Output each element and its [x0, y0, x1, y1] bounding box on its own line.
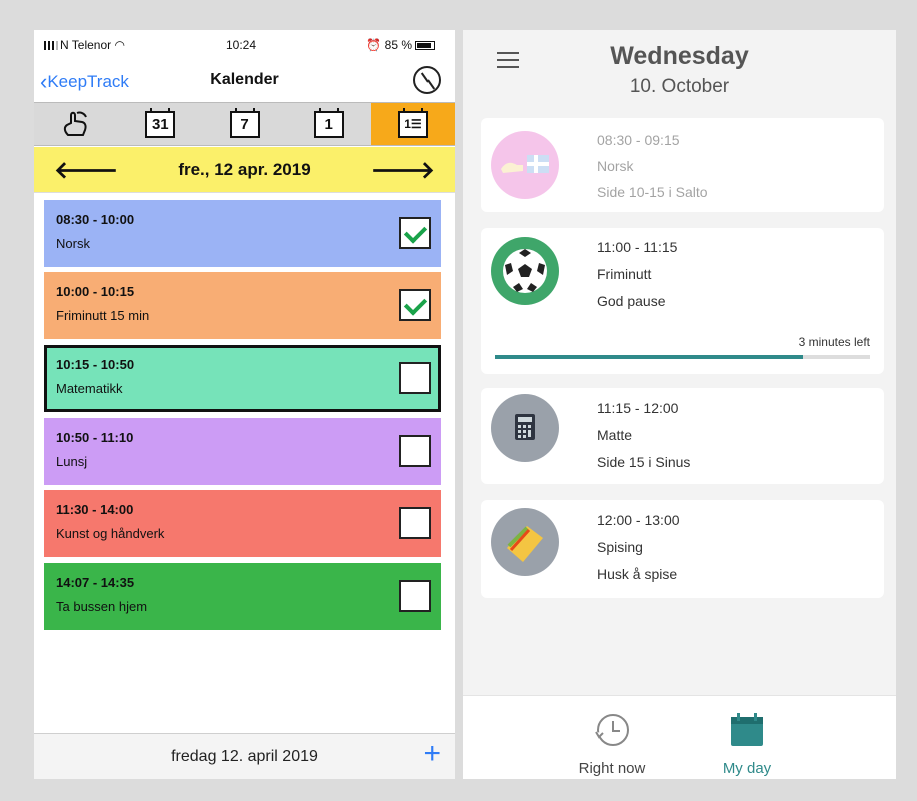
status-time: 10:24	[226, 38, 257, 52]
event-checkbox[interactable]	[399, 289, 431, 321]
nav-bar: ‹KeepTrack Kalender	[34, 60, 455, 102]
tab-label: My day	[722, 760, 772, 777]
card-time: 11:15 - 12:00	[597, 400, 679, 416]
tab-right-now[interactable]: Right now	[557, 710, 667, 777]
event-item[interactable]: 10:50 - 11:10 Lunsj	[44, 418, 441, 485]
card-note: Side 10-15 i Salto	[597, 184, 708, 200]
event-item[interactable]: 10:00 - 10:15 Friminutt 15 min	[44, 272, 441, 339]
tab-week[interactable]: 7	[202, 103, 286, 145]
event-time: 14:07 - 14:35	[56, 575, 135, 590]
schedule-card-current[interactable]: 11:00 - 11:15 Friminutt God pause 3 minu…	[481, 228, 884, 374]
card-time: 11:00 - 11:15	[597, 239, 678, 255]
arrow-right-icon[interactable]: 🡒	[371, 155, 435, 185]
tab-label: Right now	[578, 760, 646, 777]
event-item[interactable]: 08:30 - 10:00 Norsk	[44, 200, 441, 267]
event-item[interactable]: 14:07 - 14:35 Ta bussen hjem	[44, 563, 441, 630]
schedule-card[interactable]: 08:30 - 09:15 Norsk Side 10-15 i Salto	[481, 118, 884, 212]
card-note: God pause	[597, 293, 666, 309]
date-bar: 🡐 fre., 12 apr. 2019 🡒	[34, 147, 455, 193]
history-clock-icon	[595, 714, 629, 746]
tab-day-list[interactable]: 1☰	[370, 103, 455, 145]
alarm-icon: ⏰	[366, 38, 382, 52]
event-name: Norsk	[56, 236, 90, 251]
event-name: Friminutt 15 min	[56, 308, 150, 323]
tab-month[interactable]: 31	[118, 103, 202, 145]
event-time: 11:30 - 14:00	[56, 502, 134, 517]
bottom-nav: Right now My day	[463, 695, 896, 779]
event-checkbox[interactable]	[399, 217, 431, 249]
event-checkbox[interactable]	[399, 580, 431, 612]
event-item[interactable]: 11:30 - 14:00 Kunst og håndverk	[44, 490, 441, 557]
tab-day[interactable]: 1	[287, 103, 371, 145]
card-note: Side 15 i Sinus	[597, 454, 691, 470]
event-time: 10:15 - 10:50	[56, 357, 135, 372]
card-subject: Norsk	[597, 158, 634, 174]
day-list-icon: 1☰	[397, 107, 428, 138]
card-subject: Matte	[597, 427, 633, 443]
calendar-day-icon: 1	[313, 107, 344, 138]
progress-bar	[495, 355, 870, 359]
card-subject: Spising	[597, 539, 643, 555]
tab-my-day[interactable]: My day	[692, 710, 802, 777]
wifi-icon: ◠	[114, 38, 125, 52]
calendar-month-icon: 31	[145, 107, 176, 138]
carrier: N Telenor ◠	[44, 38, 125, 52]
card-time: 12:00 - 13:00	[597, 512, 680, 528]
battery: ⏰ 85 %	[366, 38, 435, 52]
calculator-icon	[491, 394, 559, 462]
event-time: 08:30 - 10:00	[56, 212, 135, 227]
day-name: Wednesday	[610, 42, 749, 70]
schedule-card[interactable]: 12:00 - 13:00 Spising Husk å spise	[481, 500, 884, 598]
football-icon	[491, 237, 559, 305]
event-time: 10:00 - 10:15	[56, 284, 135, 299]
card-time: 08:30 - 09:15	[597, 132, 680, 148]
event-checkbox[interactable]	[399, 507, 431, 539]
footer-date: fredag 12. april 2019	[171, 748, 318, 765]
event-time: 10:50 - 11:10	[56, 430, 134, 445]
battery-icon	[415, 41, 435, 50]
card-subject: Friminutt	[597, 266, 652, 282]
schedule-card[interactable]: 11:15 - 12:00 Matte Side 15 i Sinus	[481, 388, 884, 484]
progress-fill	[495, 355, 803, 359]
time-left-label: 3 minutes left	[798, 335, 870, 349]
add-event-button[interactable]: +	[423, 739, 441, 769]
sandwich-icon	[491, 508, 559, 576]
tab-touch[interactable]	[34, 103, 118, 145]
signal-icon	[44, 41, 58, 50]
calendar-week-icon: 7	[229, 107, 260, 138]
event-name: Matematikk	[56, 381, 123, 396]
keeptrack-app: N Telenor ◠ 10:24 ⏰ 85 % ‹KeepTrack Kale…	[34, 30, 455, 779]
touch-hand-icon	[63, 111, 88, 136]
card-note: Husk å spise	[597, 566, 678, 582]
day-date: 10. October	[629, 76, 730, 97]
event-name: Kunst og håndverk	[56, 526, 165, 541]
page-title: Kalender	[210, 71, 279, 88]
event-checkbox[interactable]	[399, 435, 431, 467]
calendar-icon	[731, 713, 763, 746]
norwegian-flag-icon	[491, 131, 559, 199]
clock-icon[interactable]	[413, 66, 441, 94]
event-item-current[interactable]: 10:15 - 10:50 Matematikk	[44, 345, 441, 412]
event-checkbox[interactable]	[399, 362, 431, 394]
status-bar: N Telenor ◠ 10:24 ⏰ 85 %	[34, 30, 455, 60]
view-tabs: 31 7 1 1☰	[34, 102, 455, 146]
event-name: Ta bussen hjem	[56, 599, 148, 614]
event-name: Lunsj	[56, 454, 88, 469]
footer-bar: fredag 12. april 2019 +	[34, 733, 455, 779]
myday-app: Wednesday 10. October 08:30 - 09:15 Nors…	[463, 30, 896, 779]
